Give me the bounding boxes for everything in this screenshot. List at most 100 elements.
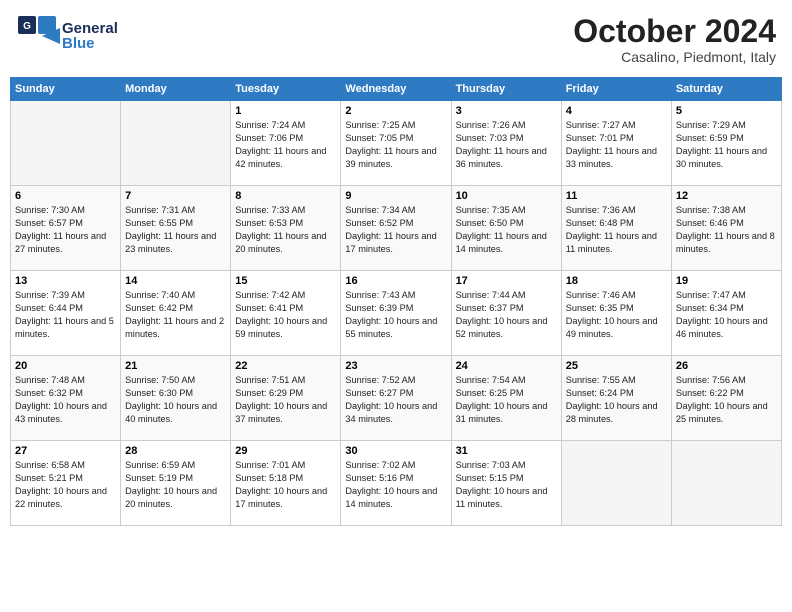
day-number: 28 [125, 445, 226, 457]
day-info: Sunrise: 7:52 AM Sunset: 6:27 PM Dayligh… [345, 374, 446, 426]
calendar-cell: 9 Sunrise: 7:34 AM Sunset: 6:52 PM Daylig… [341, 186, 451, 271]
day-info: Sunrise: 7:50 AM Sunset: 6:30 PM Dayligh… [125, 374, 226, 426]
day-number: 25 [566, 360, 667, 372]
day-info: Sunrise: 7:01 AM Sunset: 5:18 PM Dayligh… [235, 459, 336, 511]
calendar-cell [671, 441, 781, 526]
calendar-cell: 19 Sunrise: 7:47 AM Sunset: 6:34 PM Dayli… [671, 271, 781, 356]
day-number: 11 [566, 190, 667, 202]
day-info: Sunrise: 7:44 AM Sunset: 6:37 PM Dayligh… [456, 289, 557, 341]
calendar-cell: 16Sunrise: 7:43 AM Sunset: 6:39 PM Dayli… [341, 271, 451, 356]
day-number: 23 [345, 360, 446, 372]
day-info: Sunrise: 7:31 AM Sunset: 6:55 PM Dayligh… [125, 204, 226, 256]
col-header-friday: Friday [561, 78, 671, 101]
calendar-cell: 22Sunrise: 7:51 AM Sunset: 6:29 PM Dayli… [231, 356, 341, 441]
day-info: Sunrise: 7:26 AM Sunset: 7:03 PM Dayligh… [456, 119, 557, 171]
day-number: 30 [345, 445, 446, 457]
calendar-cell: 15 Sunrise: 7:42 AM Sunset: 6:41 PM Dayli… [231, 271, 341, 356]
calendar-cell: 6 Sunrise: 7:30 AM Sunset: 6:57 PM Daylig… [11, 186, 121, 271]
day-number: 26 [676, 360, 777, 372]
calendar-cell: 5 Sunrise: 7:29 AM Sunset: 6:59 PM Daylig… [671, 101, 781, 186]
calendar-cell: 3 Sunrise: 7:26 AM Sunset: 7:03 PM Daylig… [451, 101, 561, 186]
day-number: 19 [676, 275, 777, 287]
calendar-cell: 14 Sunrise: 7:40 AM Sunset: 6:42 PM Dayli… [121, 271, 231, 356]
calendar-cell: 11 Sunrise: 7:36 AM Sunset: 6:48 PM Dayli… [561, 186, 671, 271]
calendar-table: SundayMondayTuesdayWednesdayThursdayFrid… [10, 77, 782, 526]
location-subtitle: Casalino, Piedmont, Italy [573, 49, 776, 65]
day-number: 7 [125, 190, 226, 202]
day-info: Sunrise: 6:59 AM Sunset: 5:19 PM Dayligh… [125, 459, 226, 511]
day-number: 20 [15, 360, 116, 372]
day-number: 9 [345, 190, 446, 202]
day-info: Sunrise: 7:27 AM Sunset: 7:01 PM Dayligh… [566, 119, 667, 171]
day-info: Sunrise: 7:56 AM Sunset: 6:22 PM Dayligh… [676, 374, 777, 426]
col-header-monday: Monday [121, 78, 231, 101]
calendar-cell: 8Sunrise: 7:33 AM Sunset: 6:53 PM Daylig… [231, 186, 341, 271]
calendar-cell: 31 Sunrise: 7:03 AM Sunset: 5:15 PM Dayli… [451, 441, 561, 526]
day-info: Sunrise: 7:43 AM Sunset: 6:39 PM Dayligh… [345, 289, 446, 341]
day-number: 3 [456, 105, 557, 117]
day-info: Sunrise: 7:36 AM Sunset: 6:48 PM Dayligh… [566, 204, 667, 256]
calendar-cell: 20 Sunrise: 7:48 AM Sunset: 6:32 PM Dayli… [11, 356, 121, 441]
day-info: Sunrise: 7:03 AM Sunset: 5:15 PM Dayligh… [456, 459, 557, 511]
page-header: G General Blue October 2024 Casalino, Pi… [10, 10, 782, 69]
calendar-cell [11, 101, 121, 186]
calendar-cell [121, 101, 231, 186]
calendar-cell: 10 Sunrise: 7:35 AM Sunset: 6:50 PM Dayli… [451, 186, 561, 271]
logo: G General Blue [16, 14, 118, 58]
day-number: 2 [345, 105, 446, 117]
day-number: 13 [15, 275, 116, 287]
day-number: 10 [456, 190, 557, 202]
col-header-wednesday: Wednesday [341, 78, 451, 101]
day-number: 18 [566, 275, 667, 287]
calendar-cell [561, 441, 671, 526]
month-title: October 2024 [573, 14, 776, 49]
day-number: 4 [566, 105, 667, 117]
day-info: Sunrise: 7:40 AM Sunset: 6:42 PM Dayligh… [125, 289, 226, 341]
day-info: Sunrise: 7:55 AM Sunset: 6:24 PM Dayligh… [566, 374, 667, 426]
day-info: Sunrise: 7:47 AM Sunset: 6:34 PM Dayligh… [676, 289, 777, 341]
day-number: 27 [15, 445, 116, 457]
day-info: Sunrise: 7:54 AM Sunset: 6:25 PM Dayligh… [456, 374, 557, 426]
day-number: 12 [676, 190, 777, 202]
day-info: Sunrise: 7:38 AM Sunset: 6:46 PM Dayligh… [676, 204, 777, 256]
calendar-cell: 1 Sunrise: 7:24 AM Sunset: 7:06 PM Daylig… [231, 101, 341, 186]
calendar-cell: 18 Sunrise: 7:46 AM Sunset: 6:35 PM Dayli… [561, 271, 671, 356]
col-header-saturday: Saturday [671, 78, 781, 101]
svg-text:G: G [23, 21, 31, 32]
day-info: Sunrise: 7:29 AM Sunset: 6:59 PM Dayligh… [676, 119, 777, 171]
day-number: 5 [676, 105, 777, 117]
day-info: Sunrise: 7:33 AM Sunset: 6:53 PM Dayligh… [235, 204, 336, 256]
day-number: 24 [456, 360, 557, 372]
day-info: Sunrise: 7:02 AM Sunset: 5:16 PM Dayligh… [345, 459, 446, 511]
calendar-cell: 25 Sunrise: 7:55 AM Sunset: 6:24 PM Dayli… [561, 356, 671, 441]
day-number: 6 [15, 190, 116, 202]
day-info: Sunrise: 7:34 AM Sunset: 6:52 PM Dayligh… [345, 204, 446, 256]
calendar-cell: 27 Sunrise: 6:58 AM Sunset: 5:21 PM Dayli… [11, 441, 121, 526]
calendar-cell: 2 Sunrise: 7:25 AM Sunset: 7:05 PM Daylig… [341, 101, 451, 186]
calendar-cell: 28 Sunrise: 6:59 AM Sunset: 5:19 PM Dayli… [121, 441, 231, 526]
day-number: 29 [235, 445, 336, 457]
day-info: Sunrise: 7:46 AM Sunset: 6:35 PM Dayligh… [566, 289, 667, 341]
calendar-cell: 21Sunrise: 7:50 AM Sunset: 6:30 PM Dayli… [121, 356, 231, 441]
col-header-thursday: Thursday [451, 78, 561, 101]
day-number: 14 [125, 275, 226, 287]
col-header-sunday: Sunday [11, 78, 121, 101]
calendar-cell: 17Sunrise: 7:44 AM Sunset: 6:37 PM Dayli… [451, 271, 561, 356]
day-info: Sunrise: 7:48 AM Sunset: 6:32 PM Dayligh… [15, 374, 116, 426]
day-number: 31 [456, 445, 557, 457]
calendar-cell: 7 Sunrise: 7:31 AM Sunset: 6:55 PM Daylig… [121, 186, 231, 271]
calendar-cell: 29 Sunrise: 7:01 AM Sunset: 5:18 PM Dayli… [231, 441, 341, 526]
day-info: Sunrise: 6:58 AM Sunset: 5:21 PM Dayligh… [15, 459, 116, 511]
day-info: Sunrise: 7:24 AM Sunset: 7:06 PM Dayligh… [235, 119, 336, 171]
day-info: Sunrise: 7:30 AM Sunset: 6:57 PM Dayligh… [15, 204, 116, 256]
day-info: Sunrise: 7:42 AM Sunset: 6:41 PM Dayligh… [235, 289, 336, 341]
day-number: 22 [235, 360, 336, 372]
col-header-tuesday: Tuesday [231, 78, 341, 101]
day-info: Sunrise: 7:35 AM Sunset: 6:50 PM Dayligh… [456, 204, 557, 256]
calendar-cell: 30 Sunrise: 7:02 AM Sunset: 5:16 PM Dayli… [341, 441, 451, 526]
day-number: 1 [235, 105, 336, 117]
calendar-cell: 23 Sunrise: 7:52 AM Sunset: 6:27 PM Dayli… [341, 356, 451, 441]
day-info: Sunrise: 7:25 AM Sunset: 7:05 PM Dayligh… [345, 119, 446, 171]
day-number: 15 [235, 275, 336, 287]
title-block: October 2024 Casalino, Piedmont, Italy [573, 14, 776, 65]
